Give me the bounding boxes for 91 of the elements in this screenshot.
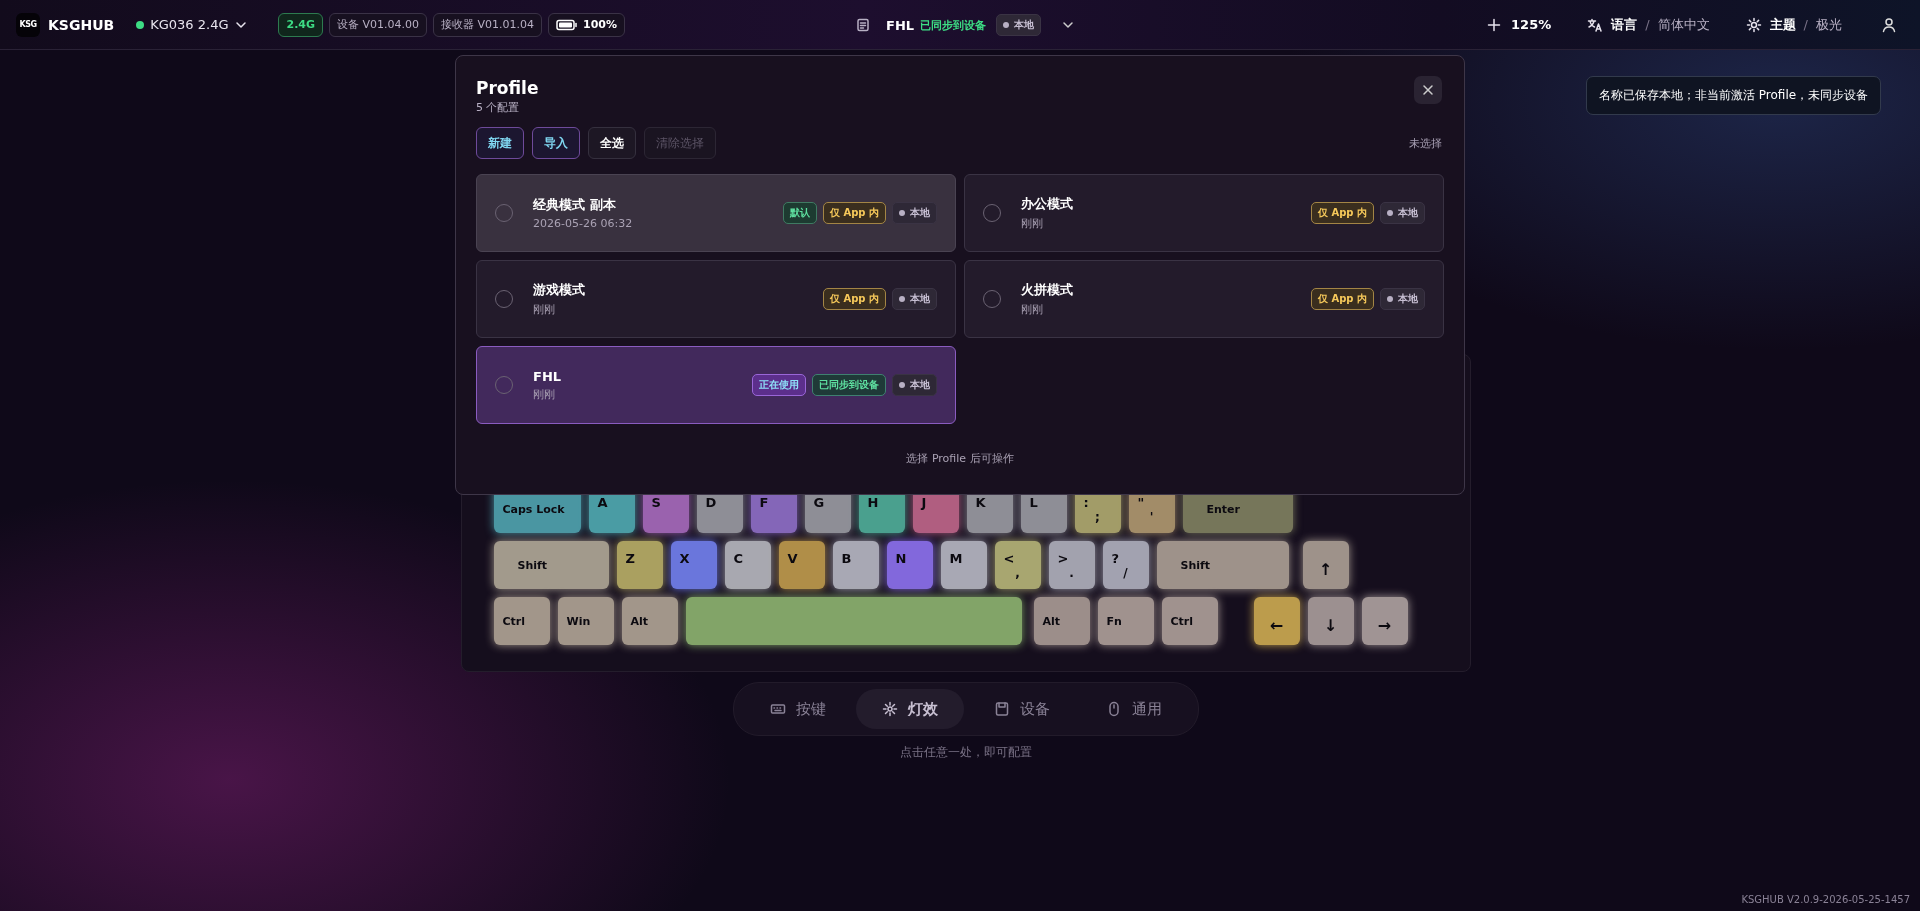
status-tag: 本地 [1380,288,1425,310]
keyboard-key[interactable]: C [724,541,771,589]
profile-time: 刚刚 [1021,216,1044,231]
toolbar-button[interactable]: 新建 [476,127,524,159]
profile-name: FHL [533,368,563,384]
sync-status: 已同步到设备 [920,17,987,33]
keyboard-key[interactable]: < , [994,541,1041,589]
profile-name: 经典模式 副本 [533,196,617,214]
theme-label: 主题 [1769,15,1796,34]
close-icon [1421,83,1435,97]
keyboard-key[interactable]: → [1361,597,1408,645]
keyboard-icon [769,701,786,717]
status-tag: 仅 App 内 [822,288,886,310]
document-icon [856,18,870,32]
status-tag: 本地 [892,202,937,224]
keyboard-key[interactable]: Ctrl [1161,597,1218,645]
nav-tab[interactable]: 灯效 [855,689,964,729]
profile-time: 刚刚 [533,386,556,402]
keyboard-key[interactable]: Alt [621,597,678,645]
status-tag: 仅 App 内 [1310,202,1374,224]
keyboard-key[interactable]: ← [1253,597,1300,645]
keyboard-key[interactable]: V [778,541,825,589]
zoom-button[interactable]: 125% [1487,17,1552,32]
battery-badge: 100% [548,12,625,37]
close-button[interactable] [1414,76,1442,104]
hint-text: 点击任意一处，即可配置 [899,744,1032,761]
status-tag: 仅 App 内 [822,202,886,224]
keyboard-key[interactable]: X [670,541,717,589]
profile-card[interactable]: 游戏模式 刚刚 仅 App 内 本地 [476,260,956,338]
profile-name: 办公模式 [1021,195,1074,213]
status-tag: 本地 [892,288,937,310]
device-selector[interactable]: KG036 2.4G [136,17,249,32]
keyboard-key[interactable]: Alt [1033,597,1090,645]
toolbar-button[interactable]: 全选 [588,127,636,159]
status-tag: 已同步到设备 [812,374,886,396]
profile-name: 火拼模式 [1021,281,1074,299]
version-badge: 接收器 V01.01.04 [433,12,543,37]
profile-card[interactable]: 经典模式 副本 2026-05-26 06:32 默认 仅 App 内 本地 [476,174,956,252]
keyboard-key[interactable]: ↑ [1302,541,1349,589]
profile-name: FHL [886,17,915,33]
profile-time: 刚刚 [1021,302,1044,317]
status-tag: 正在使用 [752,374,806,396]
keyboard-key[interactable]: ↓ [1307,597,1354,645]
selection-status: 未选择 [1409,135,1442,151]
profile-card[interactable]: 办公模式 刚刚 仅 App 内 本地 [964,174,1444,252]
keyboard-key[interactable]: Shift [1156,541,1289,589]
theme-selector[interactable]: 极光 [1816,15,1842,34]
language-label: 语言 [1611,15,1638,34]
keyboard-key[interactable]: Fn [1097,597,1154,645]
connection-badge: 2.4G [278,12,323,37]
keyboard-key[interactable]: Ctrl [493,597,550,645]
keyboard-key[interactable]: M [940,541,987,589]
keyboard-key[interactable]: Shift [493,541,609,589]
app-logo: KSG [16,12,40,37]
footer-hint: 选择 Profile 后可操作 [905,451,1015,466]
profile-name: 游戏模式 [533,281,586,299]
status-tag: 默认 [782,202,817,224]
separator-text: / [1645,17,1650,32]
language-selector[interactable]: 简体中文 [1657,15,1710,34]
storage-badge: 本地 [996,14,1042,36]
profile-time: 2026-05-26 06:32 [533,217,634,230]
translate-icon [1587,17,1604,32]
app-name: KSGHUB [48,16,115,33]
profile-card[interactable]: 火拼模式 刚刚 仅 App 内 本地 [964,260,1444,338]
status-tag: 本地 [892,374,937,396]
profile-time: 刚刚 [533,302,556,317]
version-text: KSGHUB V2.0.9-2026-05-25-1457 [1741,894,1910,905]
separator-text: / [1803,17,1808,32]
keyboard-key[interactable]: Win [557,597,614,645]
dialog-title: Profile [476,78,539,98]
nav-tab[interactable]: 设备 [967,689,1076,729]
profile-card[interactable]: FHL 刚刚 正在使用 已同步到设备 本地 [476,346,956,424]
battery-icon [556,18,579,31]
keyboard-key[interactable]: > . [1048,541,1095,589]
status-tag: 仅 App 内 [1310,288,1374,310]
keyboard-key[interactable]: B [832,541,879,589]
device-icon [993,701,1010,717]
sparkle-icon [881,701,898,717]
toast-message: 名称已保存本地；非当前激活 Profile，未同步设备 [1586,76,1882,115]
keyboard-key[interactable]: Z [616,541,663,589]
keyboard-key[interactable]: ? / [1102,541,1149,589]
user-icon [1881,16,1897,33]
status-tag: 本地 [1380,202,1425,224]
toolbar-button[interactable]: 导入 [532,127,580,159]
nav-tab[interactable]: 通用 [1079,689,1188,729]
sun-icon [1745,16,1762,33]
plus-icon [1487,17,1502,32]
version-badge: 设备 V01.04.00 [329,12,427,37]
profile-count: 5 个配置 [476,100,521,115]
keyboard-key[interactable]: N [886,541,933,589]
nav-tab[interactable]: 按键 [743,689,852,729]
